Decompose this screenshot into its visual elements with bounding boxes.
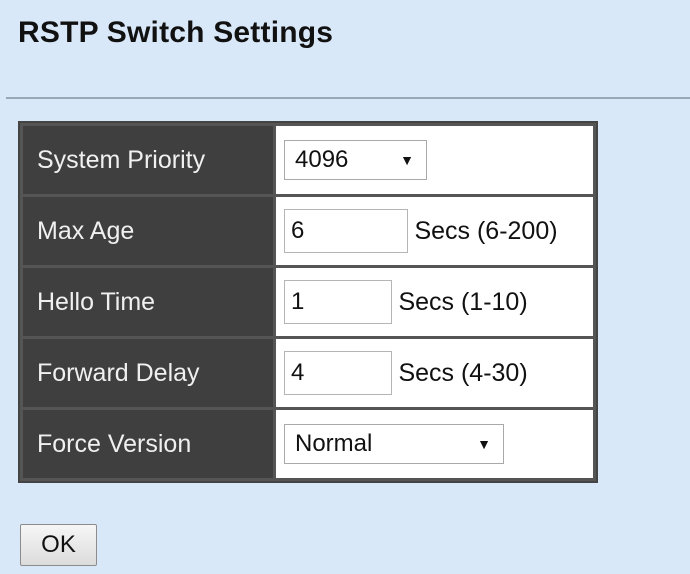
forward-delay-label: Forward Delay <box>23 339 273 407</box>
max-age-input[interactable]: 6 <box>284 209 408 253</box>
hello-time-row: Hello Time 1 Secs (1-10) <box>23 268 593 336</box>
max-age-label: Max Age <box>23 197 273 265</box>
chevron-down-icon: ▼ <box>477 436 491 452</box>
force-version-selected-value: Normal <box>295 430 373 457</box>
hello-time-input[interactable]: 1 <box>284 280 392 324</box>
max-age-range: Secs (6-200) <box>414 216 558 245</box>
force-version-select[interactable]: Normal ▼ <box>284 424 504 464</box>
forward-delay-input[interactable]: 4 <box>284 351 392 395</box>
system-priority-selected-value: 4096 <box>295 146 349 173</box>
forward-delay-cell: 4 Secs (4-30) <box>276 339 593 407</box>
rstp-settings-table: System Priority 4096 ▼ Max Age 6 Secs (6… <box>18 121 598 483</box>
ok-button[interactable]: OK <box>20 524 97 566</box>
force-version-row: Force Version Normal ▼ <box>23 410 593 478</box>
force-version-cell: Normal ▼ <box>276 410 593 478</box>
hello-time-label: Hello Time <box>23 268 273 336</box>
force-version-label: Force Version <box>23 410 273 478</box>
chevron-down-icon: ▼ <box>400 152 414 168</box>
title-divider <box>6 97 690 99</box>
forward-delay-range: Secs (4-30) <box>398 358 528 387</box>
system-priority-label: System Priority <box>23 126 273 194</box>
hello-time-range: Secs (1-10) <box>398 287 528 316</box>
system-priority-select[interactable]: 4096 ▼ <box>284 140 427 180</box>
page-title: RSTP Switch Settings <box>18 16 334 49</box>
system-priority-row: System Priority 4096 ▼ <box>23 126 593 194</box>
hello-time-cell: 1 Secs (1-10) <box>276 268 593 336</box>
max-age-cell: 6 Secs (6-200) <box>276 197 593 265</box>
max-age-row: Max Age 6 Secs (6-200) <box>23 197 593 265</box>
forward-delay-row: Forward Delay 4 Secs (4-30) <box>23 339 593 407</box>
system-priority-cell: 4096 ▼ <box>276 126 593 194</box>
